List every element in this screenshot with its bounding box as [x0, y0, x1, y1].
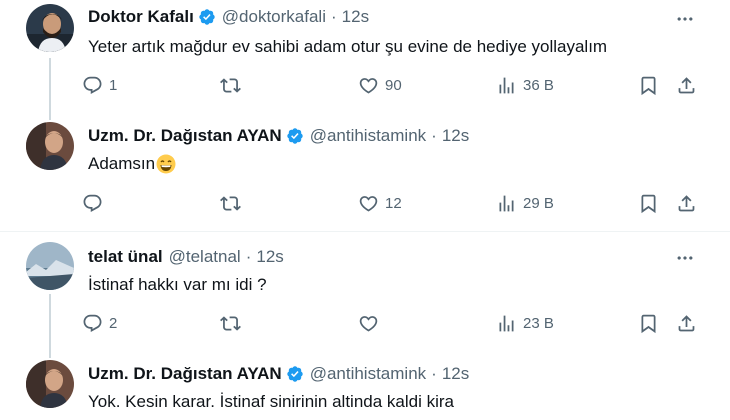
like-count: 90 [385, 76, 402, 94]
views-icon [496, 313, 517, 334]
display-name[interactable]: Doktor Kafalı [88, 7, 194, 27]
tweet-3[interactable]: telat ünal @telatnal · 12s İstinaf hakkı… [0, 232, 730, 350]
tweet-header: telat ünal @telatnal · 12s [88, 246, 284, 268]
display-name[interactable]: Uzm. Dr. Dağıstan AYAN [88, 126, 282, 146]
heart-icon [358, 313, 379, 334]
timestamp[interactable]: 12s [442, 364, 469, 384]
action-bar: 2 23 B [80, 308, 700, 338]
separator-dot: · [331, 7, 337, 26]
bookmark-icon [638, 313, 659, 334]
retweet-button[interactable] [220, 70, 241, 100]
tweet-text: Yeter artık mağdur ev sahibi adam otur ş… [88, 37, 608, 56]
retweet-button[interactable] [220, 188, 241, 218]
username[interactable]: @doktorkafali [222, 7, 326, 27]
username[interactable]: @antihistamink [310, 126, 426, 146]
share-icon [676, 313, 697, 334]
reply-icon [82, 193, 103, 214]
tweet-text: İstinaf hakkı var mı idi ? [88, 275, 267, 294]
share-icon [676, 75, 697, 96]
retweet-icon [220, 313, 241, 334]
retweet-button[interactable] [220, 308, 241, 338]
retweet-icon [220, 75, 241, 96]
views-button[interactable]: 36 B [496, 70, 554, 100]
display-name[interactable]: telat ünal [88, 247, 163, 267]
view-count: 23 B [523, 314, 554, 332]
timestamp[interactable]: 12s [442, 126, 469, 146]
username[interactable]: @antihistamink [310, 364, 426, 384]
more-button[interactable] [674, 8, 696, 30]
grinning-face-emoji-icon [156, 154, 176, 174]
username[interactable]: @telatnal [169, 247, 241, 267]
tweet-text: Adamsın [88, 152, 176, 176]
bookmark-button[interactable] [638, 308, 659, 338]
separator-dot: · [245, 247, 252, 266]
bookmark-button[interactable] [638, 188, 659, 218]
reply-icon [82, 313, 103, 334]
more-icon [675, 248, 695, 268]
tweet-1[interactable]: Doktor Kafalı @doktorkafali · 12s Yeter … [0, 0, 730, 114]
tweet-2[interactable]: Uzm. Dr. Dağıstan AYAN @antihistamink · … [0, 112, 730, 230]
like-count: 12 [385, 194, 402, 212]
timestamp[interactable]: 12s [342, 7, 369, 27]
share-button[interactable] [676, 188, 697, 218]
reply-button[interactable]: 1 [82, 70, 117, 100]
avatar[interactable] [26, 360, 74, 408]
tweet-header: Uzm. Dr. Dağıstan AYAN @antihistamink · … [88, 125, 469, 147]
tweet-text: Yok. Kesin karar. İstinaf sinirinin alti… [88, 392, 454, 411]
verified-badge-icon [286, 365, 304, 383]
avatar[interactable] [26, 4, 74, 52]
thread-line [49, 350, 51, 358]
reply-icon [82, 75, 103, 96]
bookmark-icon [638, 75, 659, 96]
thread-line [49, 58, 51, 114]
thread-line [49, 112, 51, 120]
action-bar: 1 90 36 B [80, 70, 700, 100]
avatar[interactable] [26, 122, 74, 170]
bookmark-icon [638, 193, 659, 214]
thread-line [49, 294, 51, 350]
action-bar: 12 29 B [80, 188, 700, 218]
reply-button[interactable]: 2 [82, 308, 117, 338]
views-button[interactable]: 23 B [496, 308, 554, 338]
timestamp[interactable]: 12s [256, 247, 283, 267]
bookmark-button[interactable] [638, 70, 659, 100]
views-icon [496, 75, 517, 96]
verified-badge-icon [198, 8, 216, 26]
tweet-4[interactable]: Uzm. Dr. Dağıstan AYAN @antihistamink · … [0, 350, 730, 420]
display-name[interactable]: Uzm. Dr. Dağıstan AYAN [88, 364, 282, 384]
more-icon [675, 9, 695, 29]
reply-count: 1 [109, 76, 118, 94]
avatar[interactable] [26, 242, 74, 290]
view-count: 36 B [523, 76, 554, 94]
like-button[interactable]: 90 [358, 70, 402, 100]
share-icon [676, 193, 697, 214]
more-button[interactable] [674, 247, 696, 269]
reply-button[interactable] [82, 188, 103, 218]
verified-badge-icon [286, 127, 304, 145]
share-button[interactable] [676, 70, 697, 100]
share-button[interactable] [676, 308, 697, 338]
heart-icon [358, 193, 379, 214]
tweet-text-content: Adamsın [88, 154, 156, 173]
like-button[interactable]: 12 [358, 188, 402, 218]
view-count: 29 B [523, 194, 554, 212]
like-button[interactable] [358, 308, 379, 338]
tweet-header: Doktor Kafalı @doktorkafali · 12s [88, 6, 369, 28]
separator-dot: · [431, 126, 437, 145]
views-icon [496, 193, 517, 214]
tweet-header: Uzm. Dr. Dağıstan AYAN @antihistamink · … [88, 363, 469, 385]
separator-dot: · [431, 364, 437, 383]
reply-count: 2 [109, 314, 118, 332]
heart-icon [358, 75, 379, 96]
retweet-icon [220, 193, 241, 214]
views-button[interactable]: 29 B [496, 188, 554, 218]
